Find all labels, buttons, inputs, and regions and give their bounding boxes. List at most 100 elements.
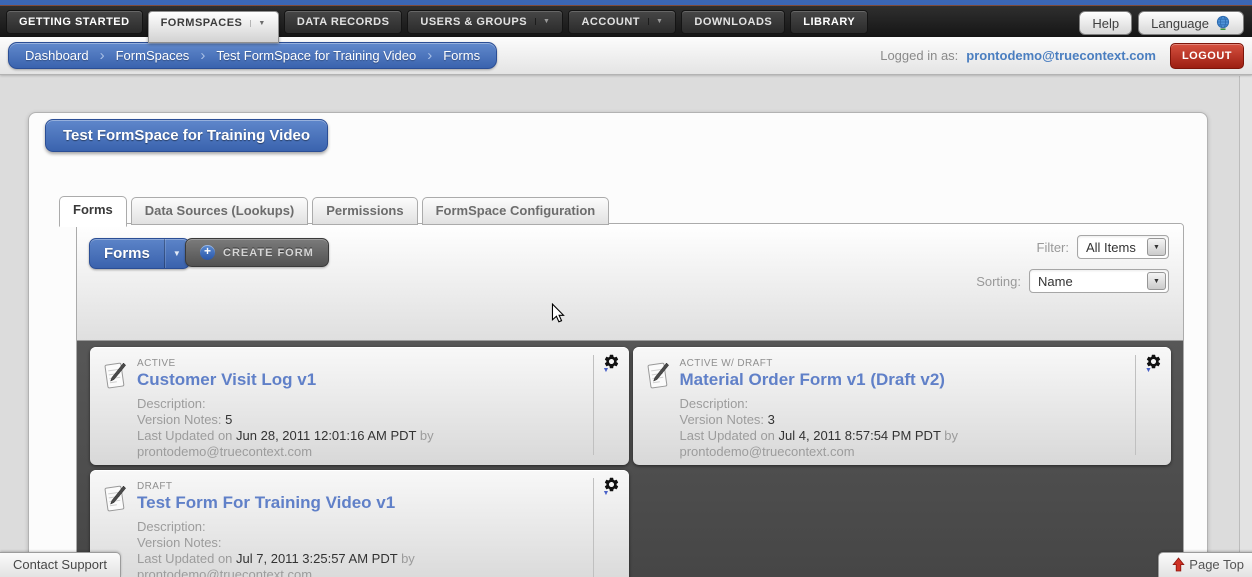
- forms-tab-panel: Forms ▼ + CREATE FORM Filter: All Items …: [76, 223, 1184, 577]
- form-updated-by: prontodemo@truecontext.com: [137, 444, 434, 460]
- form-card-body: DRAFT Test Form For Training Video v1 De…: [137, 481, 415, 577]
- description-label: Description:: [680, 396, 749, 411]
- tab-data-sources[interactable]: Data Sources (Lookups): [131, 197, 309, 225]
- form-status-badge: DRAFT: [137, 481, 415, 492]
- form-actions-column: ▼: [1135, 355, 1171, 455]
- form-title-link[interactable]: Material Order Form v1 (Draft v2): [680, 370, 959, 390]
- form-title-link[interactable]: Test Form For Training Video v1: [137, 493, 415, 513]
- logout-button[interactable]: LOGOUT: [1170, 43, 1244, 69]
- nav-label: DOWNLOADS: [694, 16, 772, 28]
- forms-menu-label: Forms: [90, 239, 164, 268]
- nav-data-records[interactable]: DATA RECORDS: [284, 10, 403, 34]
- by-label: by: [420, 428, 434, 443]
- chevron-down-icon[interactable]: ▼: [648, 18, 663, 25]
- breadcrumb-formspace-name[interactable]: Test FormSpace for Training Video: [216, 48, 416, 63]
- filter-select[interactable]: All Items ▼: [1077, 235, 1169, 259]
- nav-formspaces[interactable]: FORMSPACES▼: [148, 11, 279, 43]
- form-version-notes-line: Version Notes:: [137, 535, 415, 551]
- create-form-label: CREATE FORM: [223, 247, 314, 259]
- create-form-button[interactable]: + CREATE FORM: [185, 238, 329, 267]
- form-description-line: Description:: [137, 519, 415, 535]
- logged-in-label: Logged in as:: [880, 48, 958, 63]
- forms-toolbar: Forms ▼ + CREATE FORM Filter: All Items …: [77, 224, 1183, 341]
- version-notes-label: Version Notes:: [680, 412, 765, 427]
- form-card-customer-visit-log[interactable]: ACTIVE Customer Visit Log v1 Description…: [90, 347, 629, 465]
- scrollbar-track[interactable]: [1239, 76, 1252, 577]
- tab-permissions[interactable]: Permissions: [312, 197, 417, 225]
- language-button[interactable]: Language: [1138, 11, 1244, 35]
- nav-downloads[interactable]: DOWNLOADS: [681, 10, 785, 34]
- chevron-down-icon[interactable]: ▼: [603, 490, 610, 497]
- arrow-up-icon: [1172, 557, 1185, 572]
- updated-label: Last Updated on: [137, 551, 232, 566]
- form-actions-column: ▼: [593, 355, 629, 455]
- nav-account[interactable]: ACCOUNT ▼: [568, 10, 676, 34]
- tab-forms[interactable]: Forms: [59, 196, 127, 227]
- description-label: Description:: [137, 519, 206, 534]
- formspace-tabs: Forms Data Sources (Lookups) Permissions…: [59, 196, 609, 225]
- nav-users-groups[interactable]: USERS & GROUPS ▼: [407, 10, 563, 34]
- description-label: Description:: [137, 396, 206, 411]
- chevron-right-icon: ›: [100, 48, 105, 63]
- chevron-right-icon: ›: [427, 48, 432, 63]
- form-document-icon: [102, 483, 128, 515]
- session-info: Logged in as: prontodemo@truecontext.com…: [880, 43, 1244, 69]
- nav-getting-started[interactable]: GETTING STARTED: [6, 10, 143, 34]
- form-status-badge: ACTIVE W/ DRAFT: [680, 358, 959, 369]
- form-version-notes-line: Version Notes: 3: [680, 412, 959, 428]
- form-updated-line: Last Updated on Jul 4, 2011 8:57:54 PM P…: [680, 428, 959, 444]
- form-updated-by: prontodemo@truecontext.com: [137, 567, 415, 577]
- nav-label: DATA RECORDS: [297, 16, 390, 28]
- breadcrumb-formspaces[interactable]: FormSpaces: [116, 48, 190, 63]
- page-top-button[interactable]: Page Top: [1158, 552, 1252, 577]
- plus-icon: +: [200, 245, 215, 260]
- form-card-list: ACTIVE Customer Visit Log v1 Description…: [77, 341, 1183, 577]
- filter-control: Filter: All Items ▼: [1037, 235, 1170, 259]
- chevron-down-icon[interactable]: ▼: [250, 20, 265, 27]
- breadcrumb-dashboard[interactable]: Dashboard: [25, 48, 89, 63]
- updated-label: Last Updated on: [137, 428, 232, 443]
- help-button[interactable]: Help: [1079, 11, 1132, 35]
- updated-date: Jul 7, 2011 3:25:57 AM PDT: [236, 551, 397, 566]
- sorting-select[interactable]: Name ▼: [1029, 269, 1169, 293]
- chevron-down-icon[interactable]: ▼: [1147, 238, 1166, 256]
- chevron-right-icon: ›: [200, 48, 205, 63]
- page-top-label: Page Top: [1189, 557, 1244, 572]
- updated-date: Jul 4, 2011 8:57:54 PM PDT: [779, 428, 941, 443]
- nav-label: ACCOUNT: [581, 16, 640, 28]
- help-label: Help: [1092, 16, 1119, 31]
- updated-label: Last Updated on: [680, 428, 775, 443]
- version-notes-label: Version Notes:: [137, 535, 222, 550]
- form-version-notes-line: Version Notes: 5: [137, 412, 434, 428]
- form-card-material-order-form[interactable]: ACTIVE W/ DRAFT Material Order Form v1 (…: [633, 347, 1172, 465]
- sorting-label: Sorting:: [976, 274, 1021, 289]
- contact-support-button[interactable]: Contact Support: [0, 552, 121, 577]
- form-updated-by: prontodemo@truecontext.com: [680, 444, 959, 460]
- chevron-down-icon[interactable]: ▼: [603, 367, 610, 374]
- language-label: Language: [1151, 16, 1209, 31]
- chevron-down-icon[interactable]: ▼: [1145, 367, 1152, 374]
- form-status-badge: ACTIVE: [137, 358, 434, 369]
- version-notes-label: Version Notes:: [137, 412, 222, 427]
- by-label: by: [944, 428, 958, 443]
- contact-support-label: Contact Support: [13, 557, 107, 572]
- form-description-line: Description:: [680, 396, 959, 412]
- chevron-down-icon[interactable]: ▼: [535, 18, 550, 25]
- globe-icon: [1215, 15, 1231, 31]
- form-document-icon: [102, 360, 128, 392]
- nav-label: USERS & GROUPS: [420, 16, 527, 28]
- breadcrumb-forms[interactable]: Forms: [443, 48, 480, 63]
- page-title: Test FormSpace for Training Video: [45, 119, 328, 152]
- form-title-link[interactable]: Customer Visit Log v1: [137, 370, 434, 390]
- form-card-test-form-training-video[interactable]: DRAFT Test Form For Training Video v1 De…: [90, 470, 629, 577]
- breadcrumb: Dashboard › FormSpaces › Test FormSpace …: [8, 42, 497, 69]
- nav-right-group: Help Language: [1079, 11, 1244, 35]
- version-notes-value: 3: [768, 412, 775, 427]
- forms-menu-button[interactable]: Forms ▼: [89, 238, 190, 269]
- nav-label: GETTING STARTED: [19, 16, 130, 28]
- nav-library[interactable]: LIBRARY: [790, 10, 868, 34]
- tab-formspace-configuration[interactable]: FormSpace Configuration: [422, 197, 610, 225]
- user-email-link[interactable]: prontodemo@truecontext.com: [966, 48, 1156, 63]
- form-card-body: ACTIVE W/ DRAFT Material Order Form v1 (…: [680, 358, 959, 465]
- chevron-down-icon[interactable]: ▼: [1147, 272, 1166, 290]
